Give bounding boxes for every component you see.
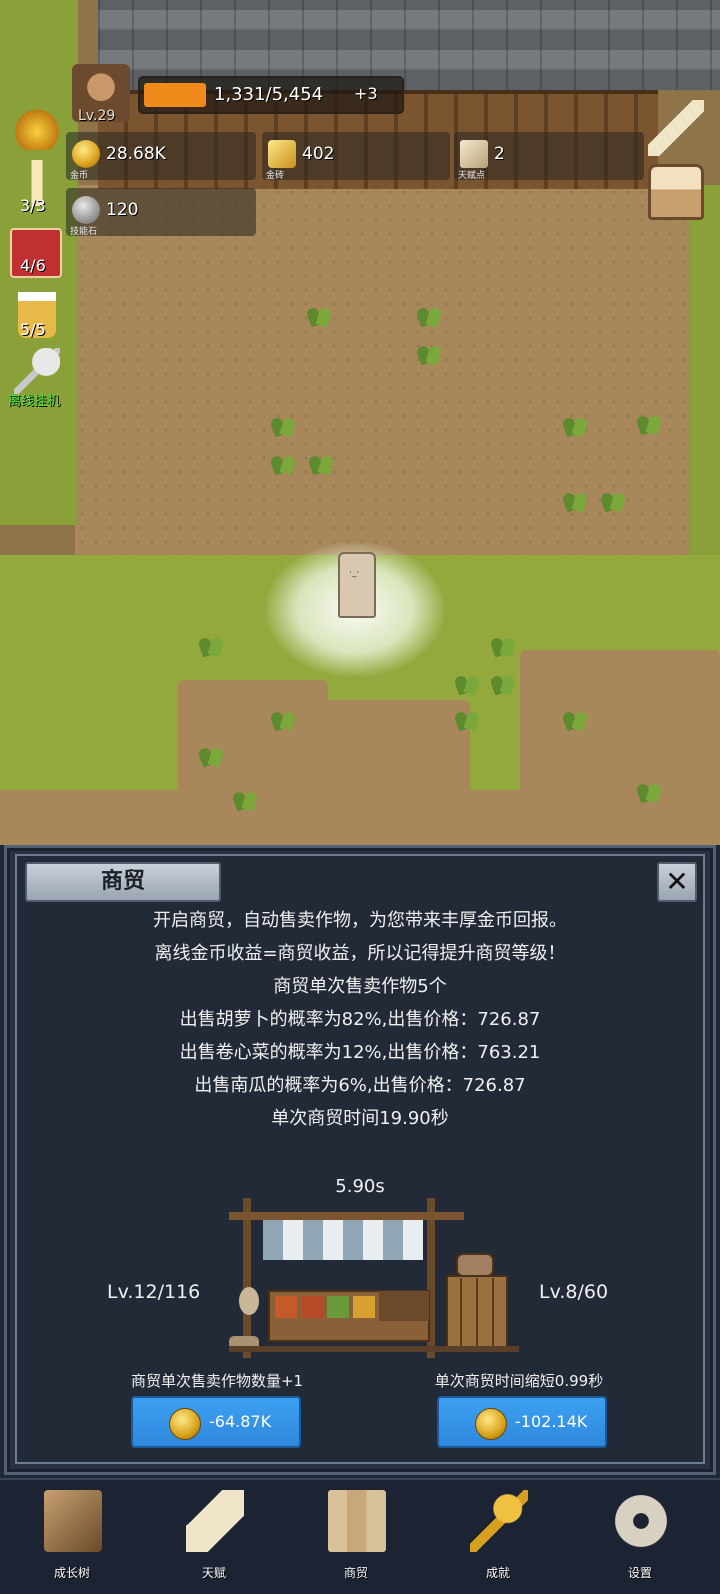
nav-growth-tree[interactable]: 成长树 — [22, 1488, 122, 1588]
gold-coin-icon — [169, 1408, 201, 1440]
trade-panel: 商贸 ✕ 开启商贸，自动售卖作物，为您带来丰厚金币回报。 离线金币收益=商贸收益… — [4, 845, 716, 1475]
crop-sprout[interactable] — [196, 632, 226, 658]
crop-sprout[interactable] — [452, 706, 482, 732]
crop-sprout[interactable] — [414, 302, 444, 328]
key-icon — [470, 1490, 528, 1552]
crop-sprout[interactable] — [306, 450, 336, 476]
treasure-chest-icon[interactable] — [648, 164, 704, 220]
market-stall-illustration — [229, 1198, 519, 1358]
crop-sprout[interactable] — [560, 412, 590, 438]
close-button[interactable]: ✕ — [657, 862, 697, 902]
exp-bonus: +3 — [354, 84, 378, 103]
crop-sprout[interactable] — [488, 670, 518, 696]
nav-label: 成就 — [485, 1566, 510, 1580]
talent-point-resource: 2 天赋点 — [454, 132, 644, 181]
quantity-upgrade-button[interactable]: -64.87K — [131, 1396, 301, 1448]
talent-point-value: 2 — [494, 144, 505, 164]
crop-sprout[interactable] — [268, 450, 298, 476]
talent-scroll-icon — [460, 140, 488, 168]
player-level: Lv.29 — [78, 108, 116, 124]
gold-bar-resource: 402 金砖 — [262, 132, 450, 181]
quantity-level: Lv.12/116 — [107, 1281, 201, 1303]
book-icon — [44, 1490, 102, 1552]
trade-panel-inner: 商贸 ✕ 开启商贸，自动售卖作物，为您带来丰厚金币回报。 离线金币收益=商贸收益… — [15, 854, 705, 1464]
crop-sprout[interactable] — [560, 487, 590, 513]
exp-text: 1,331/5,454 — [214, 84, 324, 105]
speed-level: Lv.8/60 — [539, 1281, 609, 1303]
game-field[interactable]: ·_· Lv.29 1,331/5,454 +3 28.68K 金币 402 金… — [0, 0, 720, 845]
upgrade-cost: -102.14K — [515, 1412, 588, 1431]
pumpkin-sale-info: 出售南瓜的概率为6%,出售价格：726.87 — [194, 1075, 526, 1096]
bottom-nav: 成长树 天赋 商贸 成就 设置 — [0, 1478, 720, 1594]
crop-sprout[interactable] — [452, 670, 482, 696]
nav-trade[interactable]: 商贸 — [306, 1488, 406, 1588]
cabbage-sale-info: 出售卷心菜的概率为12%,出售价格：763.21 — [179, 1042, 541, 1063]
crop-sprout[interactable] — [488, 632, 518, 658]
crop-sprout[interactable] — [634, 778, 664, 804]
skill-stone-value: 120 — [106, 200, 139, 220]
gold-coin-icon — [475, 1408, 507, 1440]
crop-sprout[interactable] — [598, 487, 628, 513]
speed-upgrade-label: 单次商贸时间缩短0.99秒 — [434, 1372, 604, 1390]
scroll-icon — [186, 1490, 244, 1552]
talent-point-label: 天赋点 — [458, 171, 486, 181]
crop-sprout[interactable] — [268, 412, 298, 438]
description-line: 离线金币收益=商贸收益，所以记得提升商贸等级！ — [154, 943, 566, 964]
nav-label: 设置 — [627, 1566, 652, 1580]
skill-stone-label: 技能石 — [70, 227, 98, 237]
drink-count: 5/5 — [20, 320, 46, 339]
gold-resource: 28.68K 金币 — [66, 132, 256, 181]
crop-sprout[interactable] — [634, 410, 664, 436]
trade-duration-info: 单次商贸时间19.90秒 — [271, 1108, 449, 1129]
crop-sprout[interactable] — [268, 706, 298, 732]
nav-label: 成长树 — [53, 1566, 90, 1580]
gold-bar-label: 金砖 — [266, 171, 285, 181]
gold-bar-icon — [268, 140, 296, 168]
crop-sprout[interactable] — [304, 302, 334, 328]
carrot-sale-info: 出售胡萝卜的概率为82%,出售价格：726.87 — [179, 1009, 541, 1030]
upgrade-cost: -64.87K — [209, 1412, 272, 1431]
gold-bar-value: 402 — [302, 144, 335, 164]
dirt-patch — [0, 790, 720, 845]
gear-icon — [612, 1490, 670, 1552]
dice-count: 4/6 — [20, 256, 46, 275]
quantity-upgrade-label: 商贸单次售卖作物数量+1 — [130, 1372, 304, 1390]
gold-coin-icon — [72, 140, 100, 168]
description-line: 商贸单次售卖作物5个 — [273, 976, 447, 997]
speed-upgrade-button[interactable]: -102.14K — [437, 1396, 607, 1448]
nav-settings[interactable]: 设置 — [590, 1488, 690, 1588]
map-icon — [328, 1490, 386, 1552]
character-sprite[interactable]: ·_· — [338, 552, 376, 618]
crop-sprout[interactable] — [230, 786, 260, 812]
skill-stone-icon — [72, 196, 100, 224]
auto-idle-label[interactable]: 离线挂机 — [8, 390, 60, 409]
panel-title: 商贸 — [25, 862, 221, 902]
trade-timer: 5.90s — [335, 1176, 385, 1197]
exp-bar-fill — [144, 83, 206, 107]
horn-icon[interactable] — [648, 100, 704, 156]
nav-label: 商贸 — [343, 1566, 368, 1580]
skill-stone-resource: 120 技能石 — [66, 188, 256, 237]
crop-sprout[interactable] — [560, 706, 590, 732]
gold-label: 金币 — [70, 171, 89, 181]
grass-right — [690, 185, 720, 585]
gold-value: 28.68K — [106, 144, 166, 164]
key-icon[interactable] — [14, 348, 60, 394]
nav-label: 天赋 — [201, 1566, 226, 1580]
nav-talent[interactable]: 天赋 — [164, 1488, 264, 1588]
crop-sprout[interactable] — [414, 340, 444, 366]
nav-achievement[interactable]: 成就 — [448, 1488, 548, 1588]
description-line: 开启商贸，自动售卖作物，为您带来丰厚金币回报。 — [153, 910, 567, 931]
dirt-patch — [520, 650, 720, 800]
candle-count: 3/3 — [20, 196, 46, 215]
crown-icon[interactable] — [14, 104, 60, 150]
crop-sprout[interactable] — [196, 742, 226, 768]
